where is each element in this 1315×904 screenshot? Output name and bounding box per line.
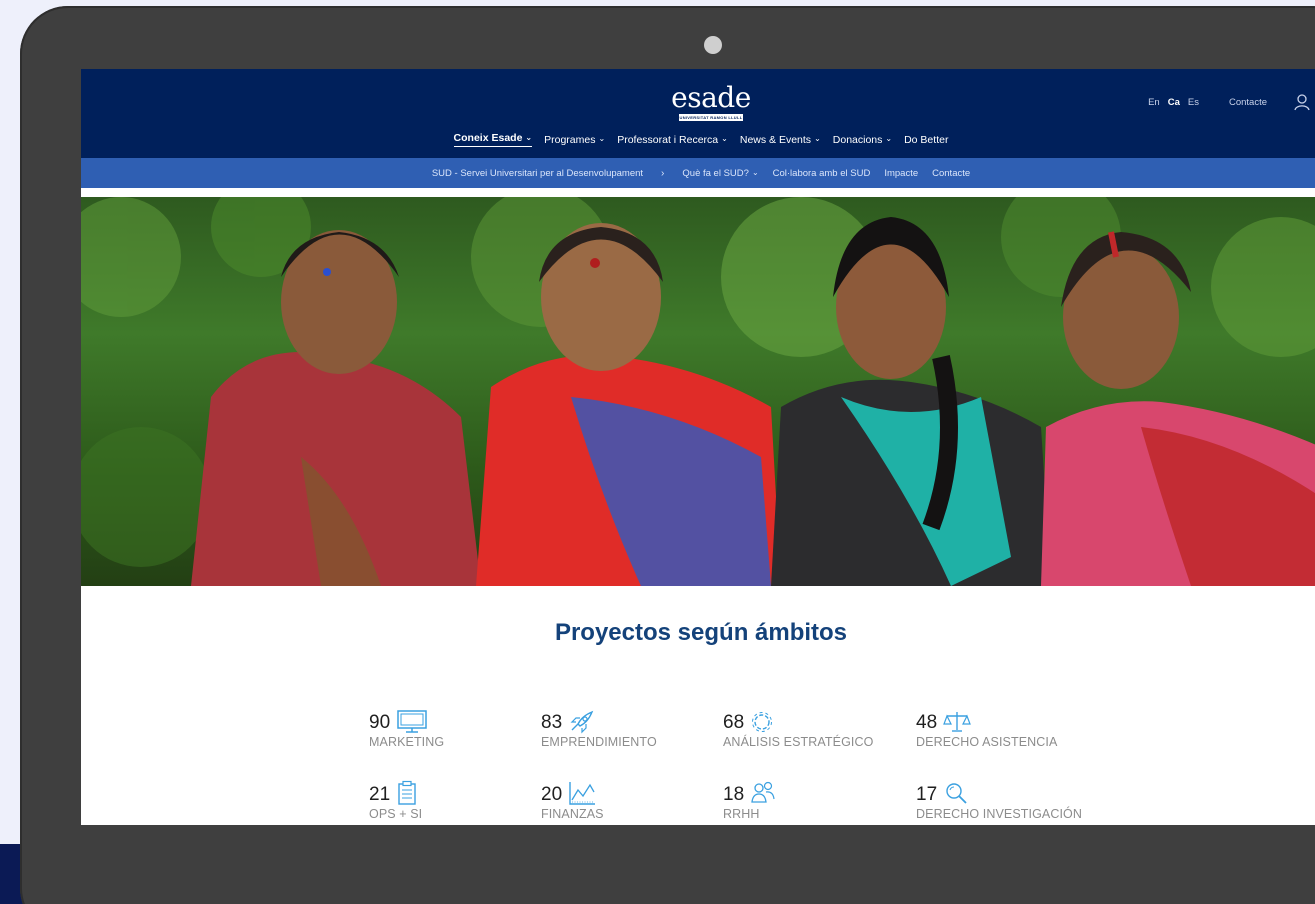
- language-ca[interactable]: Ca: [1168, 97, 1180, 108]
- browser-viewport: esade UNIVERSITAT RAMON LLULL En Ca Es C…: [81, 69, 1315, 825]
- hero-image: [81, 197, 1315, 586]
- scales-icon: [943, 712, 972, 732]
- stat-label: DERECHO INVESTIGACIÓN: [916, 807, 1083, 821]
- magnifier-icon: [946, 783, 967, 804]
- stat-value: 18: [723, 784, 745, 805]
- chevron-down-icon: ⌄: [814, 134, 821, 143]
- stat-derecho-asistencia: 48 DERECHO ASISTENCIA: [916, 710, 1116, 749]
- nav-programes[interactable]: Programes ⌄: [544, 132, 605, 147]
- subnav-label: Què fa el SUD?: [682, 167, 749, 179]
- chevron-down-icon: ⌄: [525, 132, 533, 142]
- language-es[interactable]: Es: [1188, 97, 1199, 108]
- nav-label: Do Better: [904, 133, 949, 146]
- chart-icon: [569, 782, 596, 805]
- subnav-que-fa-sud[interactable]: Què fa el SUD? ⌄: [682, 168, 758, 179]
- stat-finanzas: 20 FINANZAS: [541, 780, 741, 821]
- logo-tagline: UNIVERSITAT RAMON LLULL: [679, 114, 743, 121]
- stat-label: MARKETING: [369, 735, 445, 749]
- subnav-collabora[interactable]: Col·labora amb el SUD: [773, 168, 871, 179]
- chevron-down-icon: ⌄: [721, 134, 728, 143]
- stat-value: 17: [916, 784, 938, 805]
- stat-value: 48: [916, 712, 938, 733]
- clipboard-icon: [398, 780, 416, 805]
- stat-label: ANÁLISIS ESTRATÉGICO: [723, 735, 874, 749]
- stat-value: 21: [369, 784, 391, 805]
- hero-photo-illustration: [81, 197, 1315, 586]
- nav-label: Programes: [544, 133, 596, 146]
- camera-dot: [704, 36, 722, 54]
- nav-news-events[interactable]: News & Events ⌄: [740, 132, 821, 147]
- stat-label: RRHH: [723, 807, 760, 821]
- subnav-contacte[interactable]: Contacte: [932, 168, 970, 179]
- stat-label: FINANZAS: [541, 807, 604, 821]
- stat-marketing: 90 MARKETING: [369, 710, 569, 749]
- header-utilities: En Ca Es Contacte: [1148, 93, 1311, 111]
- stat-label: OPS + SI: [369, 807, 423, 821]
- main-navigation: Coneix Esade ⌄ Programes ⌄ Professorat i…: [81, 132, 1315, 147]
- site-header: esade UNIVERSITAT RAMON LLULL En Ca Es C…: [81, 69, 1315, 158]
- section-title: Proyectos según ámbitos: [554, 619, 848, 646]
- logo-wordmark: esade: [671, 81, 751, 114]
- stat-derecho-investigacion: 17 DERECHO INVESTIGACIÓN: [916, 780, 1116, 821]
- nav-label: Professorat i Recerca: [617, 133, 719, 146]
- subnav-breadcrumb-sud[interactable]: SUD - Servei Universitari per al Desenvo…: [432, 168, 643, 179]
- nav-do-better[interactable]: Do Better: [904, 132, 948, 147]
- subnav-impacte[interactable]: Impacte: [884, 168, 918, 179]
- rocket-icon: [570, 710, 594, 734]
- language-en[interactable]: En: [1148, 97, 1160, 108]
- stat-value: 83: [541, 712, 563, 733]
- stat-value: 68: [723, 712, 745, 733]
- nav-label: News & Events: [739, 133, 812, 146]
- chevron-down-icon: ⌄: [598, 134, 606, 143]
- chevron-down-icon: ⌄: [885, 134, 893, 143]
- sub-navigation: SUD - Servei Universitari per al Desenvo…: [81, 158, 1315, 188]
- stat-value: 90: [369, 712, 391, 733]
- nav-coneix-esade[interactable]: Coneix Esade ⌄: [453, 132, 533, 147]
- user-icon[interactable]: [1293, 93, 1311, 111]
- nav-donacions[interactable]: Donacions ⌄: [833, 132, 892, 147]
- stat-ops-si: 21 OPS + SI: [369, 780, 569, 821]
- nav-label: Donacions: [832, 133, 883, 146]
- stat-analisis-estrategico: 68 ANÁLISIS ESTRATÉGICO: [723, 710, 923, 749]
- chevron-right-icon: ›: [661, 167, 665, 179]
- nav-label: Coneix Esade: [453, 132, 523, 144]
- people-icon: [751, 781, 775, 803]
- stat-value: 20: [541, 784, 563, 805]
- stat-emprendimiento: 83 EMPRENDIMIENTO: [541, 710, 741, 749]
- gear-icon: [752, 712, 773, 732]
- esade-logo[interactable]: esade UNIVERSITAT RAMON LLULL: [671, 83, 751, 121]
- projects-by-area-grid: 90 MARKETING 83 EMPRENDIMIENTO 68 ANÁLIS…: [369, 710, 1129, 825]
- monitor-icon: [397, 710, 427, 733]
- stat-label: DERECHO ASISTENCIA: [916, 735, 1058, 749]
- chevron-down-icon: ⌄: [751, 167, 759, 177]
- nav-professorat-recerca[interactable]: Professorat i Recerca ⌄: [617, 132, 728, 147]
- header-contact-link[interactable]: Contacte: [1229, 97, 1267, 108]
- stat-rrhh: 18 RRHH: [723, 780, 923, 821]
- stat-label: EMPRENDIMIENTO: [541, 735, 657, 749]
